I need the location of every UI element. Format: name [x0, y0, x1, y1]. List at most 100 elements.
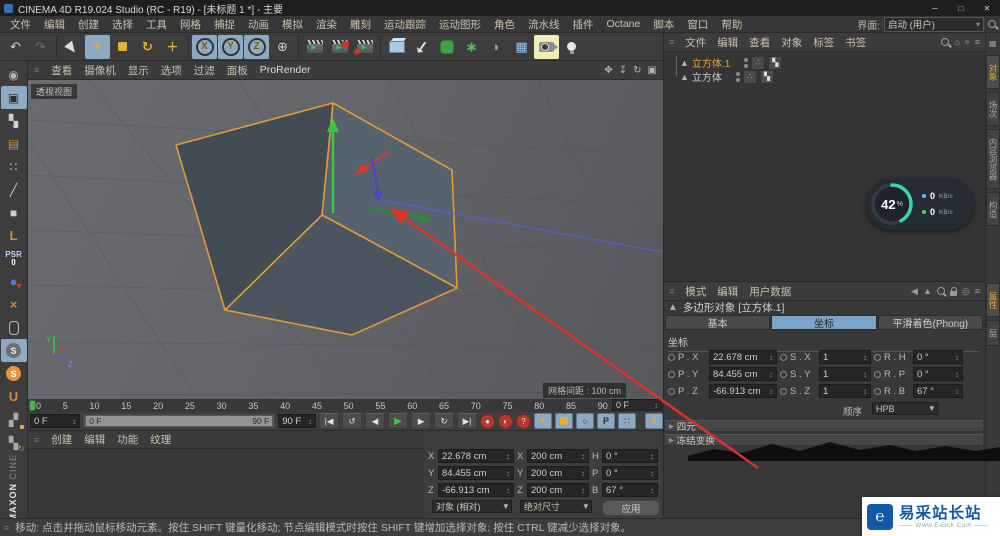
object-name[interactable]: 立方体.1: [692, 55, 730, 70]
vp-menu-options[interactable]: 选项: [161, 63, 182, 78]
last-used-tool[interactable]: ＋: [160, 35, 185, 59]
pos-z-field[interactable]: -66.913 cm ↕: [438, 483, 514, 497]
mat-menu-texture[interactable]: 纹理: [150, 432, 171, 447]
tab-basic[interactable]: 基本: [665, 315, 771, 330]
om-menu-bookmarks[interactable]: 书签: [845, 35, 866, 50]
group-freeze-transform[interactable]: ▸ 冻结变换: [665, 434, 983, 447]
timeline-mode-button[interactable]: ‖: [645, 413, 663, 429]
live-selection-tool[interactable]: [60, 35, 85, 59]
rotate-view-icon[interactable]: ↻: [633, 65, 641, 76]
texture-mode-button[interactable]: ▚: [1, 109, 27, 132]
key-scale-toggle[interactable]: [555, 413, 573, 429]
keyframe-dot[interactable]: [874, 387, 881, 395]
viewport-solo-off-button[interactable]: S: [0, 339, 27, 362]
mat-menu-create[interactable]: 创建: [51, 432, 72, 447]
enable-axis-button[interactable]: L: [1, 224, 27, 247]
side-tab-attributes[interactable]: 属性: [986, 283, 1000, 317]
menu-octane[interactable]: Octane: [607, 18, 641, 30]
make-editable-button[interactable]: ◉: [1, 63, 27, 86]
group-quaternion[interactable]: ▸ 四元: [665, 420, 983, 433]
menu-animate[interactable]: 动画: [248, 17, 269, 32]
texture-tag[interactable]: ▚: [759, 69, 774, 84]
am-menu-mode[interactable]: 模式: [685, 284, 706, 299]
filter-icon[interactable]: ⌂: [954, 37, 959, 47]
rh-field[interactable]: 0 ° ↕: [913, 350, 963, 364]
minimize-button[interactable]: ─: [922, 0, 948, 16]
coords-size-dropdown[interactable]: 绝对尺寸 ▾: [520, 500, 592, 513]
panel-handle-icon[interactable]: ≡: [34, 435, 39, 445]
py-field[interactable]: 84.455 cm ↕: [709, 367, 777, 381]
rb-field[interactable]: 67 ° ↕: [913, 384, 963, 398]
menu-plugins[interactable]: 插件: [573, 17, 594, 32]
am-menu-edit[interactable]: 编辑: [717, 284, 738, 299]
size-z-field[interactable]: 200 cm ↕: [527, 483, 589, 497]
key-position-toggle[interactable]: +: [534, 413, 552, 429]
menu-help[interactable]: 帮助: [721, 17, 742, 32]
environment-button[interactable]: ▦: [509, 35, 534, 59]
keyframe-dot[interactable]: [668, 387, 675, 395]
play-forwards-button[interactable]: ▶: [388, 413, 408, 429]
rp-field[interactable]: 0 ° ↕: [913, 367, 963, 381]
menu-render[interactable]: 渲染: [316, 17, 337, 32]
rot-b-field[interactable]: 67 ° ↕: [602, 483, 658, 497]
sx-field[interactable]: 1 ↕: [819, 350, 871, 364]
keyframe-dot[interactable]: [874, 370, 881, 378]
model-mode-button[interactable]: ▣: [0, 86, 27, 109]
om-menu-edit[interactable]: 编辑: [717, 35, 738, 50]
layout-grid-icon[interactable]: ▦: [989, 39, 997, 48]
light-button[interactable]: [559, 35, 584, 59]
move-tool[interactable]: +: [85, 34, 110, 59]
side-tab-objects[interactable]: 对象: [986, 55, 1000, 89]
om-menu-tags[interactable]: 标签: [813, 35, 834, 50]
menu-mograph[interactable]: 运动图形: [439, 17, 481, 32]
key-parameter-toggle[interactable]: P: [597, 413, 615, 429]
path-icon[interactable]: ≈: [965, 37, 970, 47]
rotate-tool[interactable]: ↻: [135, 35, 160, 59]
frame-range-slider[interactable]: 0 F 90 F: [83, 414, 276, 428]
menu-mesh[interactable]: 网格: [180, 17, 201, 32]
psr-reset-button[interactable]: PSR 0: [1, 247, 27, 270]
object-row-cube[interactable]: ▲ 立方体 ∴ ▚: [672, 69, 774, 84]
menu-sculpt[interactable]: 雕刻: [350, 17, 371, 32]
x-axis-lock[interactable]: X: [192, 34, 217, 59]
magnet-snap-button[interactable]: U: [1, 385, 27, 408]
vp-menu-filter[interactable]: 过滤: [194, 63, 215, 78]
coordinate-system-toggle[interactable]: ⊕: [270, 35, 295, 59]
camera-button[interactable]: [534, 34, 559, 59]
interface-dropdown[interactable]: 启动 (用户) ▾: [884, 16, 984, 32]
texture-tag[interactable]: ▚: [768, 55, 783, 70]
mat-menu-function[interactable]: 功能: [117, 432, 138, 447]
record-keyframe-button[interactable]: ●: [480, 413, 495, 429]
am-menu-userdata[interactable]: 用户数据: [749, 284, 791, 299]
panel-handle-icon[interactable]: ≡: [34, 65, 39, 75]
interaction-tool-button[interactable]: [1, 316, 27, 339]
size-y-field[interactable]: 200 cm ↕: [527, 466, 589, 480]
add-cube-button[interactable]: [384, 35, 409, 59]
om-menu-file[interactable]: 文件: [685, 35, 706, 50]
px-field[interactable]: 22.678 cm ↕: [709, 350, 777, 364]
loop-button[interactable]: ↻: [434, 413, 454, 429]
pos-x-field[interactable]: 22.678 cm ↕: [438, 449, 514, 463]
snap-toggle-button[interactable]: ×: [1, 293, 27, 316]
menu-select[interactable]: 选择: [112, 17, 133, 32]
y-axis-lock[interactable]: Y: [218, 34, 243, 59]
vp-menu-camera[interactable]: 摄像机: [84, 63, 116, 78]
pan-view-icon[interactable]: ✥: [604, 65, 612, 76]
subdivision-surface-button[interactable]: [434, 35, 459, 59]
menu-motion-tracker[interactable]: 运动跟踪: [384, 17, 426, 32]
next-frame-button[interactable]: ▶: [411, 413, 431, 429]
rotation-order-dropdown[interactable]: HPB ▾: [872, 402, 938, 415]
phong-tag[interactable]: ∴: [742, 69, 757, 84]
z-axis-lock[interactable]: Z: [244, 34, 269, 59]
menu-script[interactable]: 脚本: [653, 17, 674, 32]
timeline-playhead[interactable]: [29, 400, 36, 411]
keyframe-dot[interactable]: [780, 370, 787, 378]
visibility-dots[interactable]: [744, 57, 749, 68]
vp-menu-prorender[interactable]: ProRender: [260, 64, 311, 76]
polygons-mode-button[interactable]: ■: [1, 201, 27, 224]
rot-h-field[interactable]: 0 ° ↕: [602, 449, 658, 463]
undo-button[interactable]: ↶: [3, 35, 28, 59]
close-button[interactable]: ✕: [974, 0, 1000, 16]
side-tab-takes[interactable]: 场次: [986, 92, 1000, 126]
object-name[interactable]: 立方体: [692, 69, 722, 84]
